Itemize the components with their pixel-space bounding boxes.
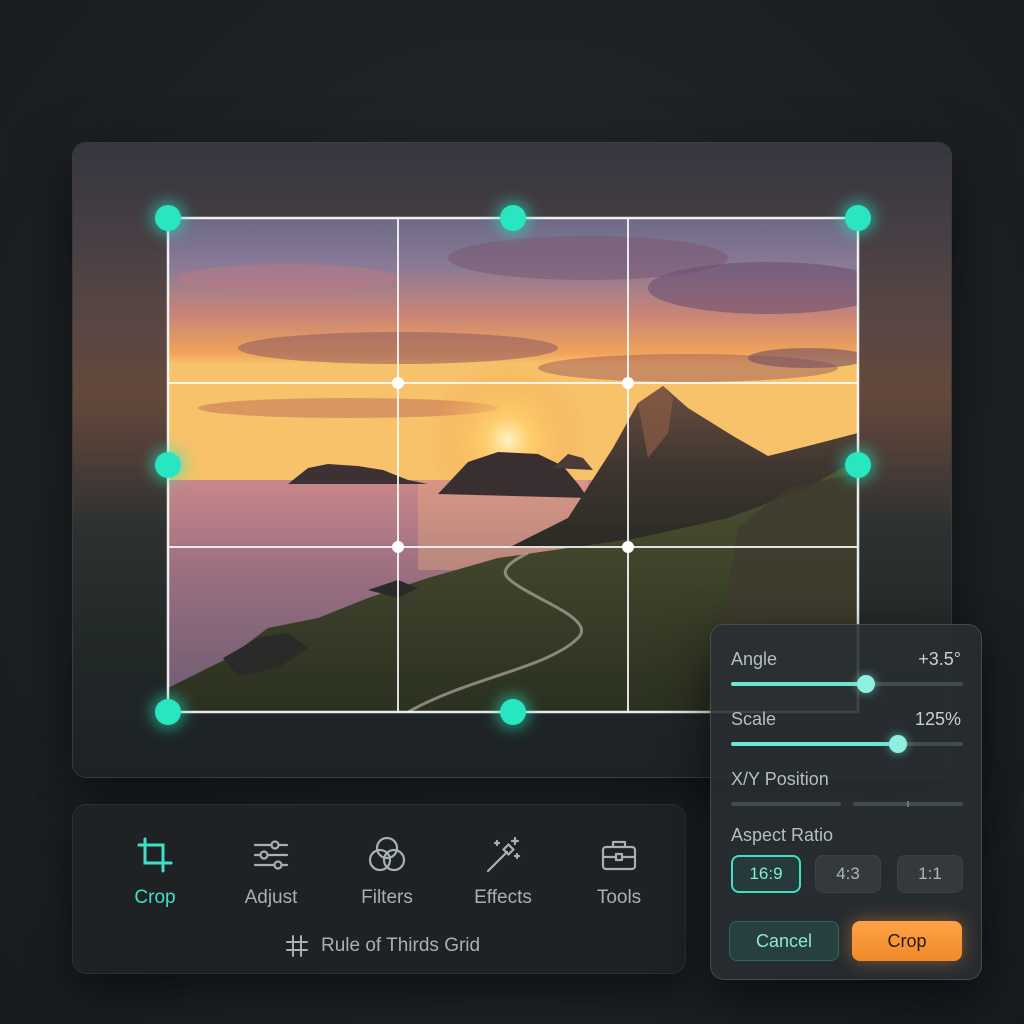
- tool-label: Tools: [596, 887, 642, 908]
- x-position-slider[interactable]: [731, 802, 841, 806]
- scale-slider[interactable]: [731, 735, 963, 753]
- aspect-1-1-button[interactable]: 1:1: [897, 855, 963, 893]
- xy-position-label: X/Y Position: [731, 769, 829, 789]
- angle-label: Angle: [731, 649, 778, 669]
- angle-value: +3.5°: [918, 649, 961, 669]
- scale-slider-fill: [731, 742, 899, 746]
- magic-wand-icon: [486, 836, 521, 873]
- crop-handle-bottom-center[interactable]: [500, 699, 526, 725]
- crop-handle-middle-left[interactable]: [155, 452, 181, 478]
- crop-icon: [137, 837, 173, 873]
- angle-slider-fill: [731, 682, 866, 686]
- aspect-4-3-button[interactable]: 4:3: [815, 855, 881, 893]
- crop-handle-top-right[interactable]: [845, 205, 871, 231]
- tool-tools[interactable]: Tools: [571, 835, 667, 915]
- y-position-slider[interactable]: [853, 801, 963, 807]
- tool-label: Filters: [361, 887, 413, 908]
- tool-effects[interactable]: Effects: [455, 835, 551, 915]
- aspect-16-9-button[interactable]: 16:9: [731, 855, 801, 893]
- tool-label: Crop: [134, 887, 176, 908]
- crop-button[interactable]: Crop: [852, 921, 962, 961]
- angle-slider[interactable]: [731, 675, 963, 693]
- rule-of-thirds-toggle[interactable]: Rule of Thirds Grid: [285, 931, 480, 961]
- tool-crop[interactable]: Crop: [107, 835, 203, 915]
- crop-handle-bottom-left[interactable]: [155, 699, 181, 725]
- filters-icon: [368, 836, 406, 872]
- scale-slider-thumb[interactable]: [889, 735, 908, 753]
- tool-filters[interactable]: Filters: [339, 835, 435, 915]
- crop-handle-middle-right[interactable]: [845, 452, 871, 478]
- grid-toggle-label: Rule of Thirds Grid: [321, 935, 481, 956]
- cancel-button[interactable]: Cancel: [729, 921, 839, 961]
- crop-settings-panel: Angle +3.5° Scale 125% X/Y Position Aspe…: [710, 624, 982, 980]
- y-position-marker: [907, 801, 909, 807]
- angle-slider-thumb[interactable]: [856, 675, 875, 693]
- edit-toolbar: Crop Adjust Filters Effects Tools Rule o…: [72, 804, 686, 974]
- scale-label: Scale: [731, 709, 777, 729]
- sliders-icon: [253, 840, 289, 870]
- tool-label: Adjust: [244, 887, 298, 908]
- grid-icon: [286, 935, 308, 957]
- toolbox-icon: [601, 840, 637, 871]
- crop-handle-top-left[interactable]: [155, 205, 181, 231]
- crop-handle-top-center[interactable]: [500, 205, 526, 231]
- tool-label: Effects: [474, 887, 532, 908]
- aspect-ratio-label: Aspect Ratio: [731, 825, 834, 845]
- tool-adjust[interactable]: Adjust: [223, 835, 319, 915]
- scale-value: 125%: [914, 709, 961, 729]
